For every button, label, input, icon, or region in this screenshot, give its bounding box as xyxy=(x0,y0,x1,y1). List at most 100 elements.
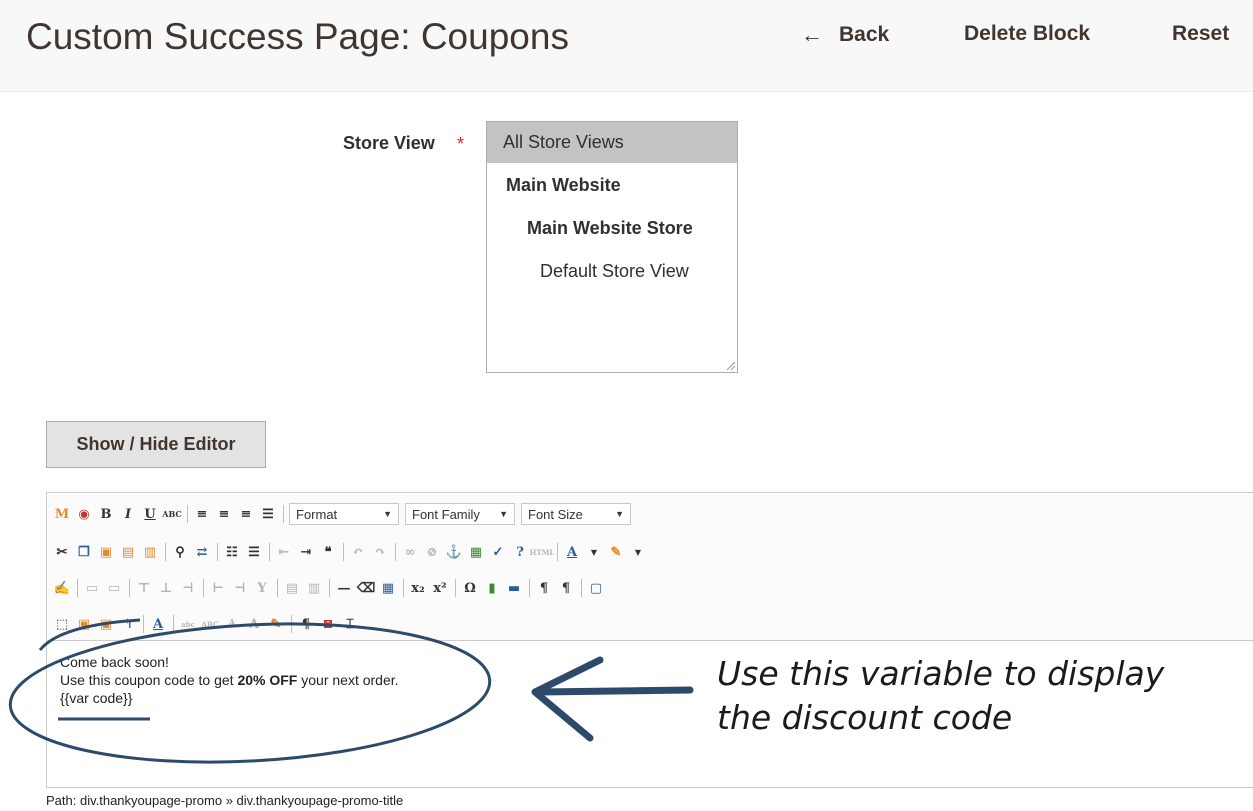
page-header: Custom Success Page: Coupons ← Back Dele… xyxy=(0,0,1253,92)
col-after-icon[interactable]: ⊣ xyxy=(231,579,249,597)
paste-word-icon[interactable]: ▥ xyxy=(141,543,159,561)
cleanup-icon[interactable]: ✓ xyxy=(489,543,507,561)
undo-icon[interactable]: ↶ xyxy=(349,543,367,561)
link-icon[interactable]: ∞ xyxy=(401,543,419,561)
store-view-multiselect[interactable]: All Store Views Main Website Main Websit… xyxy=(486,121,738,373)
dropdown-caret-icon[interactable]: ▼ xyxy=(629,543,647,561)
font-size-dropdown[interactable]: Font Size ▼ xyxy=(521,503,631,525)
option-main-website-store[interactable]: Main Website Store xyxy=(527,218,693,239)
replace-icon[interactable]: ⇄ xyxy=(193,543,211,561)
table-props-icon[interactable]: ▭ xyxy=(105,579,123,597)
media-icon[interactable]: ▮ xyxy=(483,579,501,597)
font-family-dropdown[interactable]: Font Family ▼ xyxy=(405,503,515,525)
redo-icon[interactable]: ↷ xyxy=(371,543,389,561)
anchor-icon[interactable]: ⚓ xyxy=(445,543,463,561)
col-before-icon[interactable]: ⊢ xyxy=(209,579,227,597)
fullscreen-icon[interactable]: ▢ xyxy=(587,579,605,597)
del-icon[interactable]: A xyxy=(245,615,263,633)
toolbar-row-3: ✍ ▭ ▭ ⊤ ⊥ ⊣ ⊢ ⊣ Y ▤ ▥ — ⌫ ▦ x₂ x² Ω ▮ ▬ xyxy=(53,573,609,603)
bold-icon[interactable]: B xyxy=(97,505,115,523)
row-after-icon[interactable]: ⊥ xyxy=(157,579,175,597)
option-default-store-view[interactable]: Default Store View xyxy=(540,261,689,282)
show-blocks-icon[interactable]: ¶ xyxy=(297,615,315,633)
select-all-icon[interactable]: ⬚ xyxy=(53,615,71,633)
content-line-2: Use this coupon code to get 20% OFF your… xyxy=(60,672,399,688)
cut-icon[interactable]: ✂ xyxy=(53,543,71,561)
subscript-icon[interactable]: x₂ xyxy=(409,579,427,597)
unlink-icon[interactable]: ⊘ xyxy=(423,543,441,561)
insert-layer-icon[interactable]: ▣ xyxy=(75,615,93,633)
copy-icon[interactable]: ❐ xyxy=(75,543,93,561)
align-left-icon[interactable]: ≡ xyxy=(193,505,211,523)
underline-icon[interactable]: U xyxy=(141,505,159,523)
page-title: Custom Success Page: Coupons xyxy=(26,16,569,57)
visual-aid-icon[interactable]: ▦ xyxy=(379,579,397,597)
toolbar-row-2: ✂ ❐ ▣ ▤ ▥ ⚲ ⇄ ☷ ☰ ⇤ ⇥ ❝ ↶ ↷ ∞ ⊘ ⚓ ▦ ✓ ? … xyxy=(53,537,651,567)
bullet-list-icon[interactable]: ☷ xyxy=(223,543,241,561)
rtl-icon[interactable]: ¶ xyxy=(557,579,575,597)
toolbar-row-4: ⬚ ▣ ▣ ↰ A abc ABC A A ✎ ¶ ⊠ ⌶ xyxy=(53,609,363,639)
dropdown-caret-icon[interactable]: ▼ xyxy=(585,543,603,561)
toolbar-row-1: M ◉ B I U ABC ≡ ≡ ≡ ☰ Format ▼ Font Famil… xyxy=(53,499,637,529)
dropdown-caret-icon: ▼ xyxy=(383,509,392,519)
horizontal-rule-icon[interactable]: — xyxy=(335,579,353,597)
arrow-left-icon: ← xyxy=(801,22,823,47)
annotation-callout: Use this variable to display the discoun… xyxy=(717,654,1165,737)
resize-grip-icon[interactable] xyxy=(724,359,736,371)
move-layer-icon[interactable]: ▣ xyxy=(97,615,115,633)
wysiwyg-editor: M ◉ B I U ABC ≡ ≡ ≡ ☰ Format ▼ Font Famil… xyxy=(46,492,1253,788)
delete-col-icon[interactable]: Y xyxy=(253,579,271,597)
find-icon[interactable]: ⚲ xyxy=(171,543,189,561)
strikethrough-icon[interactable]: ABC xyxy=(162,505,181,523)
delete-row-icon[interactable]: ⊣ xyxy=(179,579,197,597)
content-line-3: {{var code}} xyxy=(60,690,133,706)
ins-icon[interactable]: ✎ xyxy=(267,615,285,633)
magento-widget-icon[interactable]: M xyxy=(53,505,71,523)
paste-text-icon[interactable]: ▤ xyxy=(119,543,137,561)
text-color-icon[interactable]: A xyxy=(563,543,581,561)
align-right-icon[interactable]: ≡ xyxy=(237,505,255,523)
split-cells-icon[interactable]: ▥ xyxy=(305,579,323,597)
paste-icon[interactable]: ▣ xyxy=(97,543,115,561)
cite-icon[interactable]: abc xyxy=(179,615,197,633)
row-before-icon[interactable]: ⊤ xyxy=(135,579,153,597)
abbr-icon[interactable]: ABC xyxy=(201,615,219,633)
table-icon[interactable]: ▭ xyxy=(83,579,101,597)
special-char-icon[interactable]: Ω xyxy=(461,579,479,597)
show-hide-editor-button[interactable]: Show / Hide Editor xyxy=(46,421,266,468)
remove-format-icon[interactable]: ⌫ xyxy=(357,579,375,597)
italic-icon[interactable]: I xyxy=(119,505,137,523)
content-line-1: Come back soon! xyxy=(60,654,169,670)
editor-content[interactable]: Come back soon! Use this coupon code to … xyxy=(60,653,399,707)
merge-cells-icon[interactable]: ▤ xyxy=(283,579,301,597)
edit-icon[interactable]: ✍ xyxy=(53,579,71,597)
background-color-icon[interactable]: ✎ xyxy=(607,543,625,561)
absolute-icon[interactable]: ↰ xyxy=(119,615,137,633)
option-all-store-views[interactable]: All Store Views xyxy=(487,122,737,163)
image-icon[interactable]: ▦ xyxy=(467,543,485,561)
indent-icon[interactable]: ⇥ xyxy=(297,543,315,561)
dropdown-caret-icon: ▼ xyxy=(499,509,508,519)
html-source-icon[interactable]: HTML xyxy=(530,543,555,561)
ltr-icon[interactable]: ¶ xyxy=(535,579,553,597)
align-justify-icon[interactable]: ☰ xyxy=(259,505,277,523)
numbered-list-icon[interactable]: ☰ xyxy=(245,543,263,561)
non-breaking-icon[interactable]: ▬ xyxy=(505,579,523,597)
help-icon[interactable]: ? xyxy=(511,543,529,561)
editor-path: Path: div.thankyoupage-promo » div.thank… xyxy=(46,793,404,808)
align-center-icon[interactable]: ≡ xyxy=(215,505,233,523)
outdent-icon[interactable]: ⇤ xyxy=(275,543,293,561)
insert-variable-icon[interactable]: ◉ xyxy=(75,505,93,523)
reset-button[interactable]: Reset xyxy=(1172,22,1229,46)
blockquote-icon[interactable]: ❝ xyxy=(319,543,337,561)
non-break-space-icon[interactable]: ⊠ xyxy=(319,615,337,633)
superscript-icon[interactable]: x² xyxy=(431,579,449,597)
back-button[interactable]: ← Back xyxy=(801,22,889,48)
page-break-icon[interactable]: ⌶ xyxy=(341,615,359,633)
delete-block-button[interactable]: Delete Block xyxy=(964,22,1090,46)
format-dropdown[interactable]: Format ▼ xyxy=(289,503,399,525)
dropdown-caret-icon: ▼ xyxy=(615,509,624,519)
styles-icon[interactable]: A xyxy=(149,615,167,633)
option-main-website[interactable]: Main Website xyxy=(506,175,621,196)
acronym-icon[interactable]: A xyxy=(223,615,241,633)
